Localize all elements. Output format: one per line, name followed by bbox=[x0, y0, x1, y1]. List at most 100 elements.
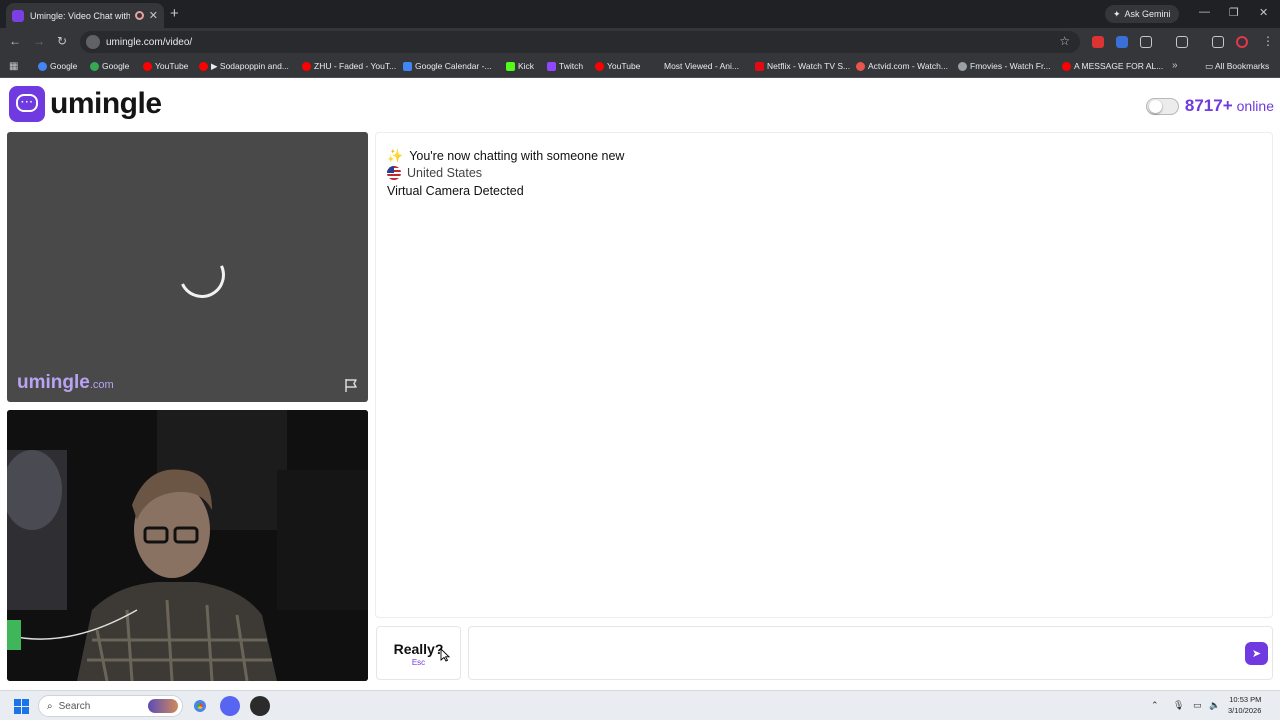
bookmark-item[interactable]: Twitch bbox=[547, 61, 583, 71]
bookmark-item[interactable]: Fmovies - Watch Fr... bbox=[958, 61, 1050, 71]
send-icon: ➤ bbox=[1251, 648, 1262, 660]
search-highlight-icon bbox=[148, 699, 178, 713]
taskbar-search[interactable]: ⌕ Search bbox=[38, 695, 183, 717]
new-tab-button[interactable]: + bbox=[170, 5, 179, 22]
report-flag-icon[interactable] bbox=[344, 378, 358, 393]
bookmark-label: Most Viewed - Ani... bbox=[664, 61, 739, 71]
online-indicator: 8717+ online bbox=[1145, 96, 1274, 116]
bookmark-item[interactable]: Google bbox=[90, 61, 129, 71]
browser-menu-icon[interactable]: ⋮ bbox=[1262, 34, 1274, 48]
youtube-icon bbox=[302, 61, 311, 71]
bookmark-label: YouTube bbox=[155, 61, 189, 71]
actvid-icon bbox=[856, 61, 865, 71]
theme-toggle[interactable] bbox=[1145, 97, 1179, 115]
bookmark-item[interactable]: Netflix - Watch TV S... bbox=[755, 61, 850, 71]
anime-site-icon bbox=[652, 61, 661, 71]
tab-title: Umingle: Video Chat with S bbox=[30, 10, 130, 21]
bookmark-item[interactable]: Actvid.com - Watch... bbox=[856, 61, 948, 71]
forward-arrow-icon[interactable]: → bbox=[33, 34, 45, 48]
address-bar[interactable]: umingle.com/video/ ☆ bbox=[80, 31, 1080, 53]
browser-tab-umingle[interactable]: Umingle: Video Chat with S ✕ bbox=[6, 3, 164, 28]
logo-wordmark: umingle bbox=[50, 87, 162, 120]
bookmark-item[interactable]: ▶ Sodapoppin and... bbox=[199, 61, 289, 72]
close-window-icon[interactable]: ✕ bbox=[1259, 6, 1268, 19]
video-watermark: umingle.com bbox=[17, 372, 114, 394]
url-text: umingle.com/video/ bbox=[106, 36, 193, 48]
network-icon[interactable]: ▭ bbox=[1193, 700, 1202, 711]
system-clock[interactable]: 10:53 PM 3/10/2026 bbox=[1228, 694, 1261, 716]
calendar-icon bbox=[403, 61, 412, 71]
media-controls-icon[interactable] bbox=[1212, 36, 1224, 48]
chat-message-input[interactable] bbox=[468, 626, 1273, 680]
volume-icon[interactable]: 🔈 bbox=[1209, 700, 1220, 711]
app-taskbar-icon[interactable] bbox=[250, 696, 270, 716]
bookmark-item[interactable]: Google Calendar -... bbox=[403, 61, 492, 71]
recording-indicator-icon bbox=[134, 11, 144, 20]
windows-start-icon[interactable] bbox=[14, 699, 29, 714]
back-arrow-icon[interactable]: ← bbox=[9, 34, 21, 48]
globe-icon bbox=[958, 61, 967, 71]
bookmark-label: Kick bbox=[518, 61, 535, 71]
browser-tab-bar: Umingle: Video Chat with S ✕ + ✦ Ask Gem… bbox=[0, 0, 1280, 28]
bookmark-item[interactable]: YouTube bbox=[143, 61, 188, 71]
bookmark-item[interactable]: Google bbox=[38, 61, 77, 71]
apps-grid-icon[interactable]: ▦ bbox=[9, 61, 18, 72]
discord-taskbar-icon[interactable] bbox=[220, 696, 240, 716]
extension-icon[interactable] bbox=[1092, 36, 1104, 48]
netflix-icon bbox=[755, 61, 764, 71]
search-icon: ⌕ bbox=[47, 700, 53, 712]
extensions-puzzle-icon[interactable] bbox=[1140, 36, 1152, 48]
microphone-icon[interactable]: 🎙 bbox=[1173, 700, 1184, 711]
bookmark-label: Twitch bbox=[559, 61, 584, 71]
notice-text: Virtual Camera Detected bbox=[387, 184, 524, 198]
chrome-taskbar-icon[interactable] bbox=[190, 696, 210, 716]
clock-time: 10:53 PM bbox=[1229, 695, 1262, 704]
gemini-sparkle-icon: ✦ bbox=[1113, 8, 1121, 19]
watermark-text: umingle bbox=[17, 372, 90, 393]
extension-icon[interactable] bbox=[1116, 36, 1128, 48]
sparkle-icon: ✨ bbox=[387, 148, 404, 163]
ask-gemini-label: Ask Gemini bbox=[1124, 9, 1171, 19]
clock-date: 3/10/2026 bbox=[1228, 706, 1262, 715]
tab-close-icon[interactable]: ✕ bbox=[149, 9, 158, 22]
bookmark-item[interactable]: ZHU - Faded - YouT... bbox=[302, 61, 396, 71]
stranger-video-panel: umingle.com bbox=[7, 132, 368, 402]
chat-log: ✨ You're now chatting with someone new U… bbox=[375, 132, 1273, 618]
site-settings-icon[interactable] bbox=[86, 35, 100, 49]
profile-avatar-icon[interactable] bbox=[1236, 36, 1248, 48]
screen-cast-icon[interactable] bbox=[1176, 36, 1188, 48]
chat-status-message: ✨ You're now chatting with someone new bbox=[387, 148, 624, 164]
bookmark-label: A MESSAGE FOR AL... bbox=[1074, 61, 1164, 71]
youtube-icon bbox=[199, 62, 208, 71]
bookmarks-overflow-icon[interactable]: » bbox=[1172, 60, 1178, 71]
mouse-pointer-icon bbox=[440, 648, 450, 662]
reload-icon[interactable]: ↻ bbox=[57, 34, 67, 48]
tray-overflow-icon[interactable]: ⌃ bbox=[1151, 700, 1159, 711]
watermark-suffix: .com bbox=[89, 379, 114, 391]
bookmarks-bar: ▦ Google Google YouTube ▶ Sodapoppin and… bbox=[0, 56, 1280, 78]
youtube-icon bbox=[1062, 61, 1071, 71]
search-placeholder: Search bbox=[58, 700, 91, 712]
umingle-favicon-icon bbox=[12, 9, 24, 22]
kick-icon bbox=[506, 61, 515, 71]
send-button[interactable]: ➤ bbox=[1245, 642, 1268, 665]
bookmark-item[interactable]: YouTube bbox=[595, 61, 640, 71]
us-flag-icon bbox=[387, 166, 401, 180]
ask-gemini-button[interactable]: ✦ Ask Gemini bbox=[1105, 5, 1179, 23]
bookmark-label: Google bbox=[102, 61, 130, 71]
loading-spinner-icon bbox=[172, 245, 232, 305]
bookmark-label: Google bbox=[50, 61, 78, 71]
all-bookmarks-label: All Bookmarks bbox=[1214, 61, 1270, 71]
self-camera-preview bbox=[7, 410, 368, 681]
bookmark-item[interactable]: A MESSAGE FOR AL... bbox=[1062, 61, 1163, 71]
youtube-icon bbox=[595, 61, 604, 71]
bookmark-star-icon[interactable]: ☆ bbox=[1059, 34, 1070, 48]
umingle-logo[interactable]: ··· umingle bbox=[9, 86, 162, 122]
bookmark-item[interactable]: Kick bbox=[506, 61, 534, 71]
twitch-icon bbox=[547, 61, 556, 71]
bookmark-item[interactable]: Most Viewed - Ani... bbox=[652, 61, 739, 71]
google-icon bbox=[38, 61, 47, 71]
all-bookmarks-folder[interactable]: ▭ All Bookmarks bbox=[1205, 61, 1269, 72]
minimize-icon[interactable]: — bbox=[1199, 6, 1210, 18]
restore-icon[interactable]: ❐ bbox=[1229, 6, 1239, 19]
